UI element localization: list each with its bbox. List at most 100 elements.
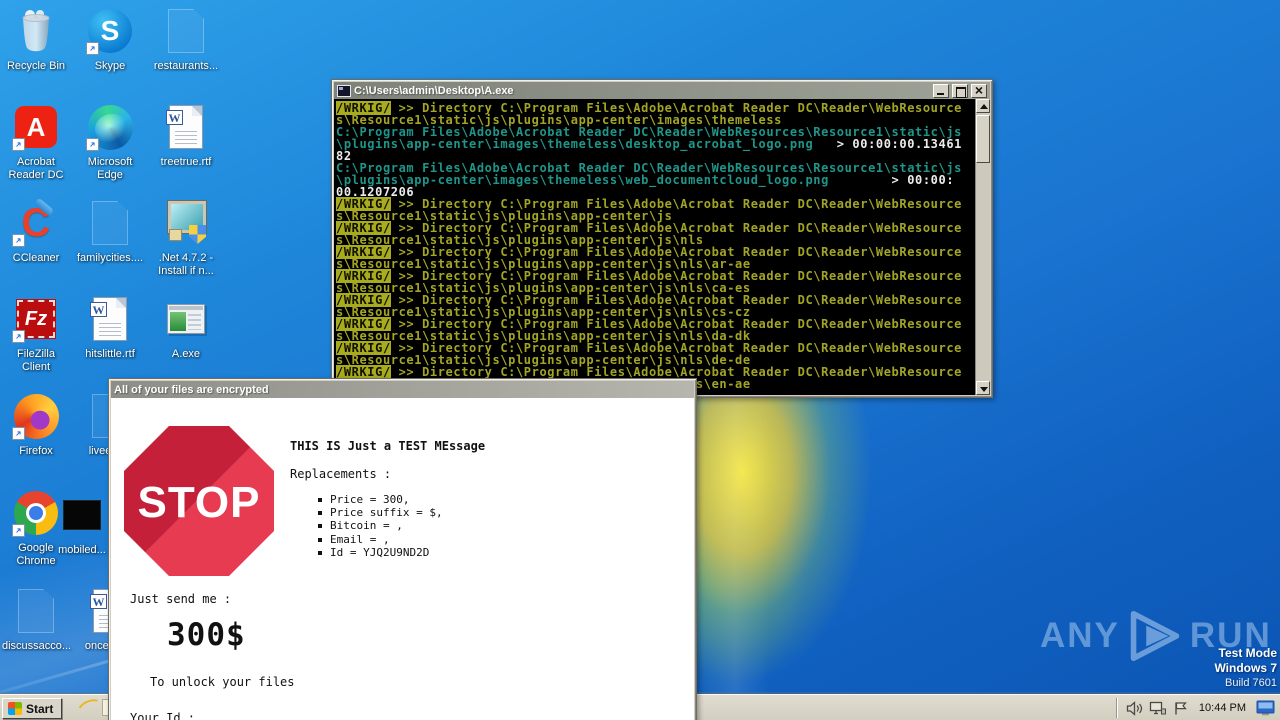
desktop-icon-acrobat[interactable]: A Acrobat Reader DC [2,104,70,182]
console-window[interactable]: C:\Users\admin\Desktop\A.exe /WRKIG/ >> … [331,79,993,398]
close-button[interactable] [971,82,987,98]
ransom-amount: 300$ [167,617,246,653]
icon-art [162,8,210,54]
icon-art [162,200,210,246]
desktop-icon-label: discussacco... [2,640,72,652]
console-app-icon [337,84,351,97]
ransom-dialog-title: All of your files are encrypted [114,383,269,396]
icon-art: W [86,296,134,342]
desktop-icon-firefox[interactable]: Firefox [2,393,70,458]
icon-art: Fz [12,296,60,343]
icon-art [86,200,134,246]
desktop-icon-label: mobiled... [58,544,106,556]
ransom-dialog-body: STOP THIS IS Just a TEST MEssage Replace… [111,398,694,720]
desktop-icon-dotnet[interactable]: .Net 4.7.2 - Install if n... [152,200,220,278]
minimize-button[interactable] [933,83,949,98]
display-monitor-icon[interactable] [1256,700,1275,716]
desktop-icon-label: restaurants... [153,60,219,72]
desktop-icon-label: A.exe [171,348,201,360]
file-icon [168,9,204,53]
desktop-icon-label: Recycle Bin [6,60,66,72]
desktop-icon-discussacco[interactable]: discussacco... [2,588,72,653]
scrollbar-track[interactable] [976,113,990,381]
icon-art [12,8,60,54]
console-scrollbar[interactable] [975,99,990,395]
desktop-icon-label: Acrobat Reader DC [8,156,64,181]
file-icon [18,589,54,633]
file-icon [92,201,128,245]
volume-icon[interactable] [1126,700,1143,716]
shortcut-arrow-icon [12,138,25,151]
scroll-down-button[interactable] [976,381,990,395]
desktop-icon-label: Microsoft Edge [87,156,133,181]
shortcut-arrow-icon [86,138,99,151]
console-line: \plugins\app-center\images\themeless\web… [336,173,955,187]
network-icon[interactable] [1149,701,1167,716]
shortcut-arrow-icon [12,524,25,537]
desktop-icon-label: FileZilla Client [17,348,55,373]
desktop-icon-label: hitslittle.rtf [85,348,135,360]
ransom-dialog-titlebar[interactable]: All of your files are encrypted [111,381,694,398]
console-output: /WRKIG/ >> Directory C:\Program Files\Ad… [334,99,975,395]
desktop-icon-edge[interactable]: Microsoft Edge [76,104,144,182]
replacements-list: Price = 300, Price suffix = $, Bitcoin =… [318,493,443,559]
internet-explorer-icon[interactable] [78,697,100,719]
start-button[interactable]: Start [2,698,63,719]
word-document-icon: W [90,297,127,341]
tray-clock[interactable]: 10:44 PM [1195,702,1250,714]
recycle-bin-icon [22,10,50,52]
replacement-item: Price = 300, [318,493,443,506]
scrollbar-thumb[interactable] [976,115,990,163]
unlock-label: To unlock your files [150,675,295,689]
desktop-icon-filezilla[interactable]: Fz FileZilla Client [2,296,70,374]
word-document-icon: W [166,105,203,149]
desktop-icon-ccleaner[interactable]: C CCleaner [2,197,70,265]
console-line: \plugins\app-center\images\themeless\des… [336,137,962,151]
desktop-icon-skype[interactable]: S Skype [76,8,144,73]
desktop-icon-mobiled[interactable]: mobiled... [48,492,116,557]
replacement-item: Bitcoin = , [318,519,443,532]
desktop-icon-label: Firefox [19,445,53,457]
desktop-icon-a-exe[interactable]: A.exe [152,296,220,361]
send-label: Just send me : [130,592,232,606]
start-button-label: Start [26,701,54,716]
desktop-icon-recycle-bin[interactable]: Recycle Bin [2,8,70,73]
icon-art: C [12,197,60,247]
test-message-heading: THIS IS Just a TEST MEssage [290,439,486,453]
icon-art [86,104,134,151]
desktop-icon-familycities[interactable]: familycities.... [76,200,144,265]
icon-art: A [12,104,60,151]
replacement-item: Id = YJQ2U9ND2D [318,546,443,559]
console-title: C:\Users\admin\Desktop\A.exe [354,84,514,97]
desktop: ANY RUN Test Mode Windows 7 Build 7601 R… [0,0,1280,720]
stop-sign-icon: STOP [124,426,274,576]
desktop-icon-label: Skype [94,60,126,72]
icon-art [12,588,60,634]
replacement-item: Email = , [318,533,443,546]
system-tray: 10:44 PM [1111,695,1280,720]
desktop-icon-treetrue[interactable]: Wtreetrue.rtf [152,104,220,169]
desktop-icon-restaurants[interactable]: restaurants... [152,8,220,73]
icon-art [58,492,106,538]
replacements-label: Replacements : [290,467,392,481]
media-thumbnail-icon [63,500,101,530]
action-center-flag-icon[interactable] [1173,701,1189,716]
icon-art [162,296,210,342]
console-titlebar[interactable]: C:\Users\admin\Desktop\A.exe [334,82,990,99]
replacement-item: Price suffix = $, [318,506,443,519]
application-icon [167,304,205,334]
ransom-dialog[interactable]: All of your files are encrypted STOP THI… [108,378,697,720]
windows-flag-icon [8,702,22,715]
desktop-icon-label: familycities.... [76,252,143,264]
maximize-button[interactable] [952,83,968,98]
scroll-up-button[interactable] [976,99,990,113]
stop-sign-text: STOP [137,478,261,527]
console-body: /WRKIG/ >> Directory C:\Program Files\Ad… [334,99,990,395]
shortcut-arrow-icon [12,330,25,343]
desktop-icon-hitslittle[interactable]: Whitslittle.rtf [76,296,144,361]
shortcut-arrow-icon [12,234,25,247]
icon-art: S [86,8,134,55]
desktop-icon-label: .Net 4.7.2 - Install if n... [158,252,214,277]
icon-art [12,393,60,440]
shortcut-arrow-icon [86,42,99,55]
